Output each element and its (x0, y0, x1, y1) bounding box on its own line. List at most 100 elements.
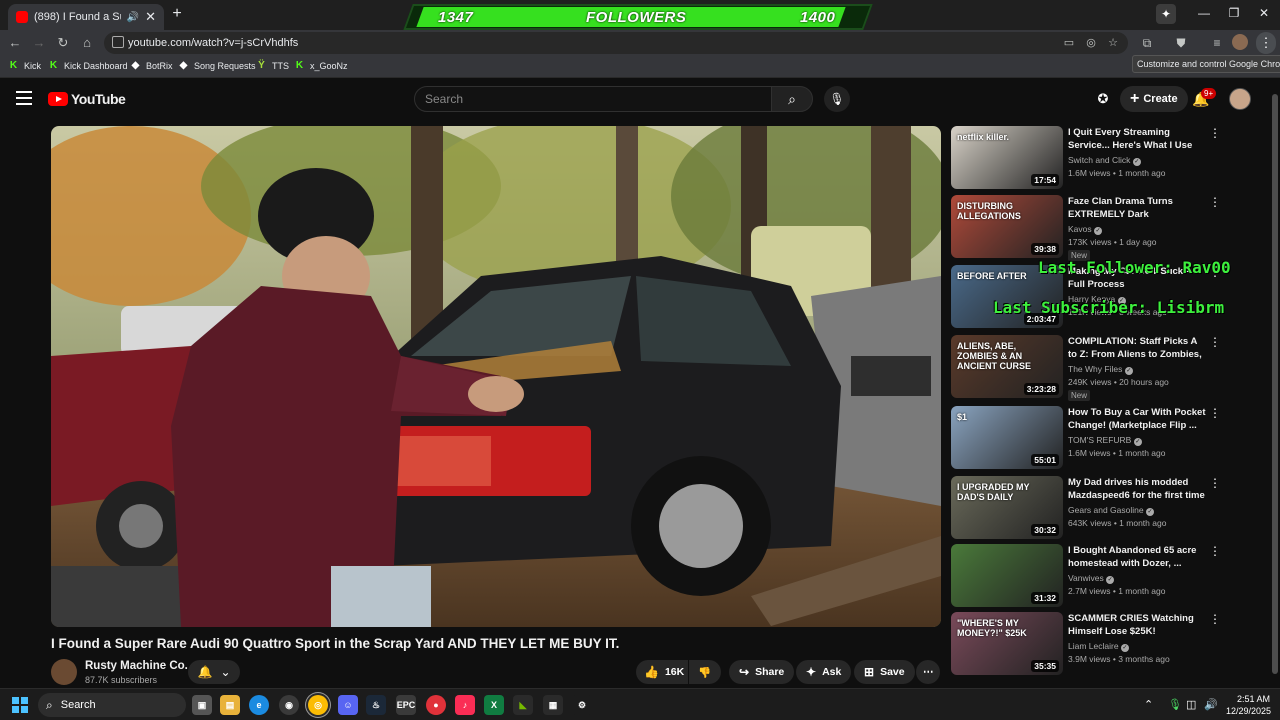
nvidia-icon[interactable]: ◣ (513, 695, 533, 715)
more-vertical-icon[interactable]: ⋮ (1209, 335, 1221, 349)
recommendation-item[interactable]: DISTURBING ALLEGATIONS 39:38 Faze Clan D… (951, 195, 1221, 261)
reading-list-icon[interactable]: ≡ (1208, 34, 1226, 52)
address-bar[interactable]: youtube.com/watch?v=j-sCrVhdhfs ▭ ◎ ☆ (104, 32, 1128, 54)
bookmark-x-goonz[interactable]: Kx_GooNz (294, 60, 348, 71)
recommendation-item[interactable]: ALIENS, ABE, ZOMBIES & AN ANCIENT CURSE … (951, 335, 1221, 401)
vpn-icon[interactable]: ⛊ (1172, 34, 1190, 52)
recommendation-thumbnail[interactable]: "WHERE'S MY MONEY?!" $25K 35:35 (951, 612, 1063, 675)
recommendation-item[interactable]: "WHERE'S MY MONEY?!" $25K 35:35 SCAMMER … (951, 612, 1221, 676)
epic-games-icon[interactable]: EPC (396, 695, 416, 715)
profile-avatar[interactable] (1232, 34, 1248, 50)
subscription-bell-button[interactable]: 🔔 ⌄ (188, 660, 240, 684)
recommendation-title[interactable]: SCAMMER CRIES Watching Himself Lose $25K… (1068, 612, 1208, 638)
chevron-up-icon[interactable]: ⌃ (1144, 698, 1153, 711)
chrome-icon[interactable]: ◎ (308, 695, 328, 715)
recommendation-title[interactable]: I Bought Abandoned 65 acre homestead wit… (1068, 544, 1208, 570)
recommendation-channel[interactable]: The Why Files ✓ (1068, 364, 1133, 375)
site-info-icon[interactable] (112, 36, 124, 48)
hamburger-menu-icon[interactable] (16, 91, 32, 105)
recommendation-item[interactable]: $1 55:01 How To Buy a Car With Pocket Ch… (951, 406, 1221, 470)
taskbar-search[interactable]: ⌕ Search (38, 693, 186, 717)
restore-icon[interactable]: ❐ (1224, 6, 1244, 20)
recommendation-thumbnail[interactable]: DISTURBING ALLEGATIONS 39:38 (951, 195, 1063, 258)
search-input[interactable] (415, 87, 771, 111)
url-text[interactable]: youtube.com/watch?v=j-sCrVhdhfs (128, 37, 298, 49)
recommendation-channel[interactable]: Gears and Gasoline ✓ (1068, 505, 1154, 516)
microphone-tray-icon[interactable]: 🎙 (1168, 698, 1182, 711)
dislike-button[interactable]: 👎 (689, 660, 721, 684)
recommendation-channel[interactable]: Switch and Click ✓ (1068, 155, 1141, 166)
more-actions-button[interactable]: ⋯ (916, 660, 940, 684)
steam-icon[interactable]: ♨ (366, 695, 386, 715)
recommendation-thumbnail[interactable]: I UPGRADED MY DAD'S DAILY 30:32 (951, 476, 1063, 539)
app-icon[interactable]: ◉ (279, 695, 299, 715)
file-explorer-icon[interactable]: ▤ (220, 695, 240, 715)
back-icon[interactable]: ← (6, 34, 24, 52)
recommendation-channel[interactable]: Liam Leclaire ✓ (1068, 641, 1129, 652)
recommendation-thumbnail[interactable]: $1 55:01 (951, 406, 1063, 469)
recommendation-title[interactable]: How To Buy a Car With Pocket Change! (Ma… (1068, 406, 1208, 432)
recommendation-title[interactable]: I Quit Every Streaming Service... Here's… (1068, 126, 1208, 152)
network-icon[interactable]: ◫ (1186, 698, 1196, 711)
more-vertical-icon[interactable]: ⋮ (1209, 126, 1221, 140)
recommendation-title[interactable]: My Dad drives his modded Mazdaspeed6 for… (1068, 476, 1208, 502)
bookmark-kick[interactable]: K Kick (8, 60, 41, 71)
youtube-studio-icon[interactable]: ✪ (1094, 90, 1112, 108)
create-button[interactable]: + Create (1120, 86, 1188, 112)
gemini-icon[interactable]: ✦ (1156, 4, 1176, 24)
edge-icon[interactable]: e (249, 695, 269, 715)
page-scrollbar[interactable] (1270, 80, 1280, 688)
new-tab-button[interactable]: + (168, 5, 186, 23)
channel-name[interactable]: Rusty Machine Co. (85, 660, 188, 672)
recommendation-thumbnail[interactable]: ALIENS, ABE, ZOMBIES & AN ANCIENT CURSE … (951, 335, 1063, 398)
recommendation-item[interactable]: netflix killer. 17:54 I Quit Every Strea… (951, 126, 1221, 190)
search-button[interactable]: ⌕ (771, 86, 813, 112)
tracking-eye-off-icon[interactable]: ◎ (1084, 36, 1098, 50)
more-vertical-icon[interactable]: ⋮ (1209, 406, 1221, 420)
chrome-menu-icon[interactable]: ⋮ (1256, 32, 1276, 54)
bookmark-star-icon[interactable]: ☆ (1106, 36, 1120, 50)
voice-search-button[interactable]: 🎙 (824, 86, 850, 112)
save-button[interactable]: ⊞ Save (854, 660, 915, 684)
more-vertical-icon[interactable]: ⋮ (1209, 476, 1221, 490)
browser-tab[interactable]: (898) I Found a Super Ra 🔊 ✕ (8, 4, 164, 30)
obs-record-icon[interactable]: ● (426, 695, 446, 715)
speaker-icon[interactable]: 🔊 (127, 12, 139, 23)
windows-start-icon[interactable] (12, 697, 28, 713)
recommendation-channel[interactable]: Kavos ✓ (1068, 224, 1102, 235)
channel-avatar[interactable] (51, 659, 77, 685)
bookmark-kick-dashboard[interactable]: K Kick Dashboard (48, 60, 128, 71)
bookmark-song-requests[interactable]: ◆ Song Requests (178, 60, 256, 71)
bookmark-botrix[interactable]: ◆ BotRix (130, 60, 173, 71)
settings-gear-icon[interactable]: ⚙ (572, 695, 592, 715)
like-button[interactable]: 👍 16K (636, 660, 688, 684)
recommendation-title[interactable]: Faze Clan Drama Turns EXTREMELY Dark (1068, 195, 1208, 221)
recommendation-thumbnail[interactable]: netflix killer. 17:54 (951, 126, 1063, 189)
recommendation-item[interactable]: I UPGRADED MY DAD'S DAILY 30:32 My Dad d… (951, 476, 1221, 540)
youtube-logo[interactable]: YouTube (48, 91, 126, 107)
more-vertical-icon[interactable]: ⋮ (1209, 544, 1221, 558)
scrollbar-thumb[interactable] (1272, 94, 1278, 674)
task-view-icon[interactable]: ▣ (192, 695, 212, 715)
more-vertical-icon[interactable]: ⋮ (1209, 612, 1221, 626)
bookmark-tts[interactable]: Ÿ TTS (256, 60, 289, 71)
recommendation-thumbnail[interactable]: 31:32 (951, 544, 1063, 607)
ask-button[interactable]: ✦ Ask (796, 660, 852, 684)
excel-icon[interactable]: X (484, 695, 504, 715)
forward-icon[interactable]: → (30, 34, 48, 52)
search-box[interactable] (414, 86, 772, 112)
cast-icon[interactable]: ▭ (1062, 36, 1076, 50)
close-tab-icon[interactable]: ✕ (145, 9, 156, 25)
recommendation-channel[interactable]: TOM'S REFURB ✓ (1068, 435, 1142, 446)
video-player[interactable] (51, 126, 941, 627)
more-vertical-icon[interactable]: ⋮ (1209, 195, 1221, 209)
close-window-icon[interactable]: ✕ (1254, 6, 1274, 20)
recommendation-channel[interactable]: Vanwives ✓ (1068, 573, 1115, 584)
minimize-icon[interactable]: — (1194, 6, 1214, 20)
home-icon[interactable]: ⌂ (78, 34, 96, 52)
recommendation-title[interactable]: COMPILATION: Staff Picks A to Z: From Al… (1068, 335, 1208, 361)
apple-music-icon[interactable]: ♪ (455, 695, 475, 715)
hardware-monitor-icon[interactable]: ▦ (543, 695, 563, 715)
extensions-icon[interactable]: ⧉ (1138, 34, 1156, 52)
system-clock[interactable]: 2:51 AM 12/29/2025 (1226, 693, 1271, 717)
